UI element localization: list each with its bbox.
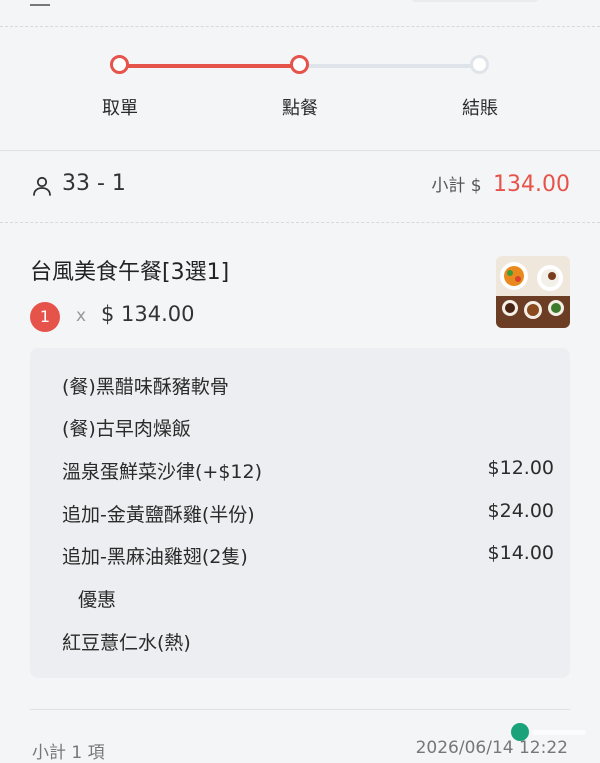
step-dot-ordering (290, 55, 309, 74)
times-sign: x (76, 306, 87, 326)
watermark-logo (511, 723, 586, 741)
option-item: 紅豆薏仁水(熱) (62, 632, 191, 654)
divider (0, 150, 600, 151)
divider (0, 26, 600, 27)
option-item: 溫泉蛋鮮菜沙律(+$12) (62, 461, 263, 483)
option-item-discount: 優惠 (78, 589, 117, 611)
option-item: (餐)古早肉燥飯 (62, 418, 191, 440)
step-label-checkout: 結賬 (462, 98, 498, 119)
order-stepper: 取單 點餐 結賬 (0, 40, 600, 150)
divider (0, 222, 600, 223)
option-item: (餐)黑醋味酥豬軟骨 (62, 376, 229, 398)
progress-line-pending (300, 64, 480, 68)
option-price: $14.00 (487, 542, 554, 564)
progress-line-done (120, 64, 300, 68)
option-item: 追加-黑麻油雞翅(2隻) (62, 546, 248, 568)
subtotal-amount: 134.00 (493, 172, 570, 197)
option-price: $12.00 (487, 457, 554, 479)
subtotal: 小計 $ 134.00 (431, 171, 570, 197)
divider (30, 709, 570, 710)
step-dot-take-order (110, 55, 129, 74)
item-count: 小計 1 項 (32, 743, 105, 763)
step-label-ordering: 點餐 (282, 98, 318, 119)
option-price: $24.00 (487, 500, 554, 522)
quantity-badge[interactable]: 1 (30, 302, 60, 332)
option-item: 追加-金黃鹽酥雞(半份) (62, 504, 255, 526)
table-number: 33 - 1 (62, 171, 126, 196)
step-dot-checkout (470, 55, 489, 74)
option-list: (餐)黑醋味酥豬軟骨 (餐)古早肉燥飯 溫泉蛋鮮菜沙律(+$12) $12.00… (30, 348, 570, 678)
step-label-take-order: 取單 (102, 98, 138, 119)
item-price: $ 134.00 (101, 302, 195, 326)
table-info: 33 - 1 小計 $ 134.00 (30, 168, 570, 208)
meal-photo[interactable] (496, 256, 570, 328)
person-icon (33, 176, 51, 196)
subtotal-label: 小計 $ (431, 176, 482, 196)
top-cutoff (0, 0, 600, 8)
item-name[interactable]: 台風美食午餐[3選1] (30, 254, 229, 286)
